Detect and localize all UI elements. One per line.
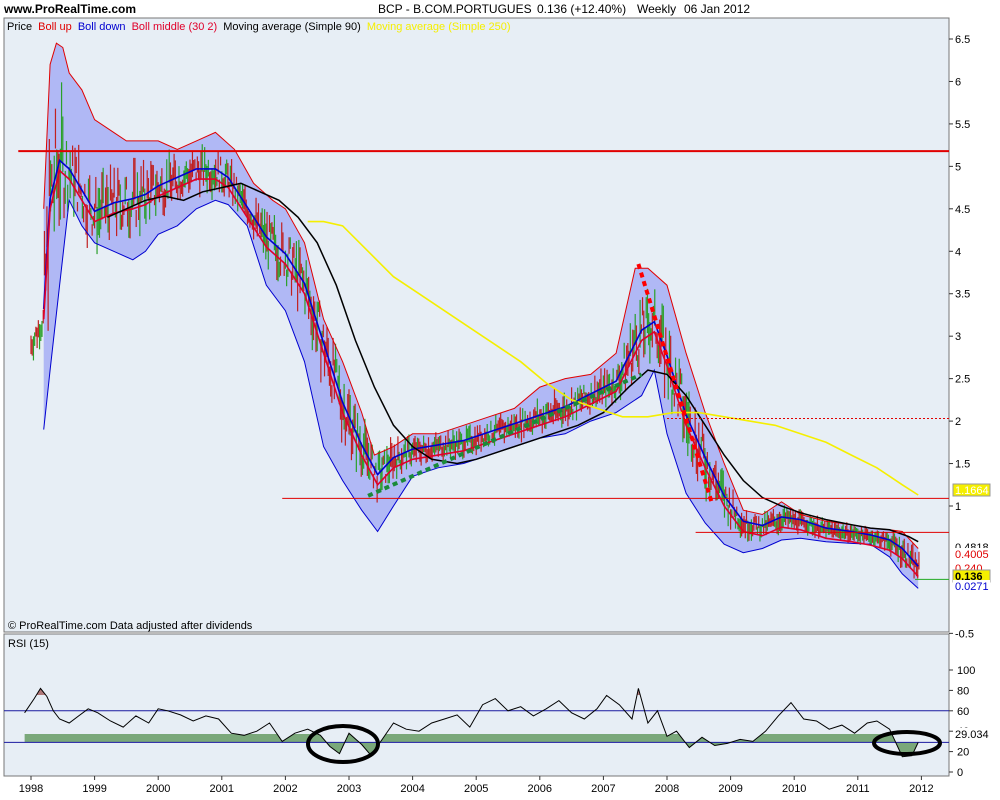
legend: Price Boll up Boll down Boll middle (30 … — [7, 21, 511, 33]
rsi-panel — [3, 633, 950, 777]
value-label-text: 0.0271 — [955, 581, 989, 593]
x-tick-label: 2000 — [146, 783, 170, 795]
x-tick-label: 2006 — [528, 783, 552, 795]
x-tick-label: 2005 — [464, 783, 488, 795]
rsi-tick-label: 60 — [957, 706, 969, 718]
price-panel — [3, 17, 950, 633]
y-tick-label: 5.5 — [955, 119, 970, 131]
x-tick-label: 1999 — [82, 783, 106, 795]
y-tick-label: 6 — [955, 76, 961, 88]
legend-ma90: Moving average (Simple 90) — [223, 21, 361, 33]
value-label-text: 0.4005 — [955, 549, 989, 561]
chart: www.ProRealTime.com BCP - B.COM.PORTUGUE… — [0, 0, 1000, 800]
y-tick-label: 6.5 — [955, 34, 970, 46]
x-tick-label: 1998 — [19, 783, 43, 795]
x-tick-label: 2011 — [846, 783, 870, 795]
watermark: © ProRealTime.com Data adjusted after di… — [8, 620, 253, 632]
y-tick-label: -0.5 — [955, 628, 974, 640]
y-tick-label: 2.5 — [955, 374, 970, 386]
x-tick-label: 2002 — [273, 783, 297, 795]
y-tick-label: 2 — [955, 416, 961, 428]
value-label: 1.1664 — [952, 483, 991, 497]
x-tick-label: 2008 — [655, 783, 679, 795]
symbol-title: BCP - B.COM.PORTUGUES — [378, 2, 532, 16]
date-label: 06 Jan 2012 — [684, 2, 750, 16]
rsi-tick-label: 80 — [957, 685, 969, 697]
rsi-label: RSI (15) — [8, 638, 49, 650]
legend-boll-middle: Boll middle (30 2) — [132, 21, 218, 33]
price-change: 0.136 (+12.40%) — [537, 2, 626, 16]
y-tick-label: 4 — [955, 246, 961, 258]
x-tick-label: 2004 — [400, 783, 424, 795]
x-tick-label: 2003 — [337, 783, 361, 795]
legend-price: Price — [7, 21, 32, 33]
legend-boll-up: Boll up — [38, 21, 72, 33]
x-tick-label: 2012 — [909, 783, 933, 795]
rsi-tick-label: 0 — [957, 767, 963, 779]
value-label: 0.0271 — [953, 580, 990, 593]
x-tick-label: 2009 — [718, 783, 742, 795]
value-label: 0.4005 — [953, 548, 990, 561]
legend-ma250: Moving average (Simple 250) — [367, 21, 511, 33]
value-label-text: 1.1664 — [955, 485, 989, 497]
y-tick-label: 3 — [955, 331, 961, 343]
rsi-tick-label: 20 — [957, 747, 969, 759]
x-tick-label: 2010 — [782, 783, 806, 795]
x-tick-label: 2007 — [591, 783, 615, 795]
y-tick-label: 1.5 — [955, 459, 970, 471]
y-tick-label: 1 — [955, 501, 961, 513]
y-tick-label: 5 — [955, 161, 961, 173]
legend-boll-down: Boll down — [78, 21, 126, 33]
rsi-value-label: 29.034 — [953, 728, 991, 741]
rsi-value-label-text: 29.034 — [955, 729, 989, 741]
rsi-tick-label: 100 — [957, 665, 975, 677]
y-tick-label: 4.5 — [955, 204, 970, 216]
x-tick-label: 2001 — [210, 783, 234, 795]
period-label: Weekly — [637, 2, 676, 16]
site-title: www.ProRealTime.com — [3, 2, 136, 16]
y-tick-label: 3.5 — [955, 289, 970, 301]
